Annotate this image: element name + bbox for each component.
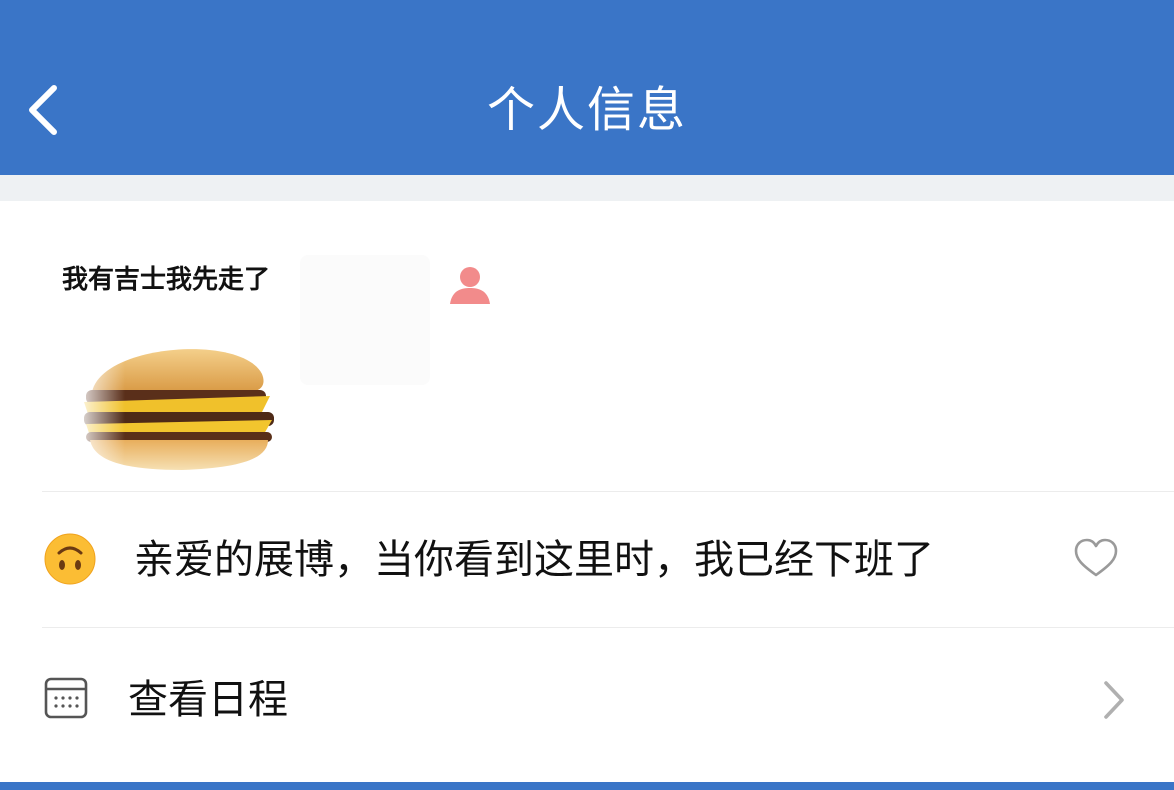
heart-outline-icon[interactable] <box>1072 537 1120 579</box>
calendar-icon <box>44 677 88 719</box>
status-message: 亲爱的展博，当你看到这里时，我已经下班了 <box>134 537 934 583</box>
page-title: 个人信息 <box>486 82 687 138</box>
section-gap <box>0 175 1174 201</box>
blurred-area <box>300 255 430 385</box>
upside-down-face-icon <box>44 533 96 585</box>
user-icon <box>450 267 490 304</box>
chevron-right-icon <box>1104 681 1124 719</box>
app-header: 个人信息 <box>0 0 1174 175</box>
bottom-bar <box>0 782 1174 790</box>
avatar[interactable] <box>72 334 284 474</box>
view-schedule-label: 查看日程 <box>128 677 288 723</box>
divider <box>42 491 1174 492</box>
profile-name: 我有吉士我先走了 <box>62 265 271 295</box>
